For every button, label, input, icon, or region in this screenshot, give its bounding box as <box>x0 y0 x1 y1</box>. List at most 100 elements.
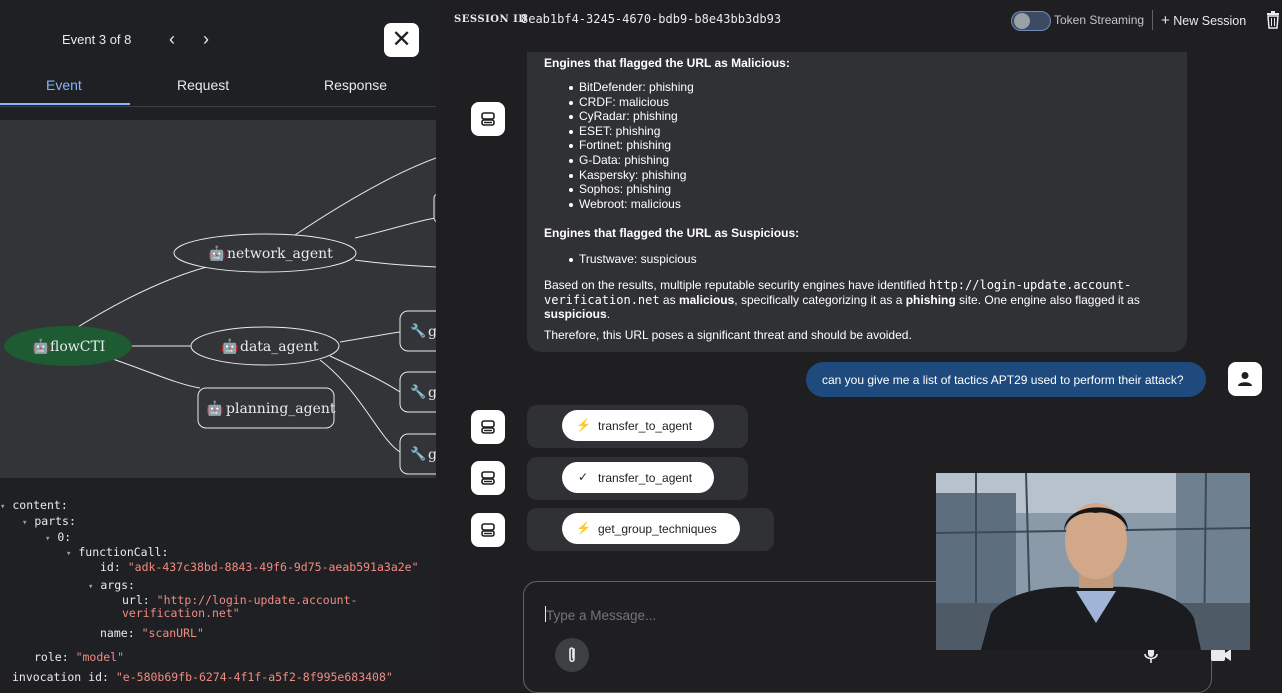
event-navigation: Event 3 of 8 ‹ › ✕ <box>0 0 436 64</box>
wrench-icon: 🔧 <box>410 445 426 462</box>
function-call-row: ⚡ transfer_to_agent <box>527 405 748 448</box>
malicious-heading: Engines that flagged the URL as Maliciou… <box>544 56 790 70</box>
suspicious-heading: Engines that flagged the URL as Suspicio… <box>544 226 800 240</box>
malicious-engine-item: Sophos: phishing <box>579 182 672 197</box>
json-string: "scanURL" <box>141 626 204 640</box>
bullet <box>569 100 573 105</box>
function-response-chip[interactable]: ✓ transfer_to_agent <box>562 462 714 493</box>
wrench-icon: 🔧 <box>410 383 426 400</box>
bolt-icon: ⚡ <box>576 521 591 535</box>
json-key: 0: <box>57 530 72 544</box>
bullet <box>569 202 573 207</box>
summary-emphasis: suspicious <box>544 307 607 321</box>
json-key: id: <box>100 560 121 574</box>
function-call-chip[interactable]: ⚡ get_group_techniques <box>562 513 740 544</box>
node-network-agent: 🤖 network_agent <box>173 233 357 273</box>
json-string: verification.net" <box>122 606 240 620</box>
attach-button[interactable] <box>555 638 589 672</box>
bullet <box>569 159 573 163</box>
summary-paragraph: Based on the results, multiple reputable… <box>544 278 1140 322</box>
bullet <box>569 258 573 262</box>
session-bar: SESSION ID 8eab1bf4-3245-4670-bdb9-b8e43… <box>437 0 1282 40</box>
wrench-icon: 🔧 <box>410 322 426 339</box>
collapse-toggle-icon[interactable]: ▾ <box>0 502 5 512</box>
node-label: flowCTI <box>50 339 105 355</box>
token-streaming-toggle[interactable] <box>1011 11 1051 31</box>
tab-request[interactable]: Request <box>177 77 229 93</box>
check-icon: ✓ <box>577 470 589 484</box>
edge-network-out3 <box>354 259 436 268</box>
node-tool-2: 🔧 g <box>399 371 436 413</box>
tab-event[interactable]: Event <box>46 77 82 93</box>
chevron-left-icon[interactable]: ‹ <box>162 28 182 50</box>
bot-message: Engines that flagged the URL as Maliciou… <box>527 52 1187 352</box>
edge-data-tool2 <box>329 355 401 393</box>
json-key: functionCall: <box>78 545 169 559</box>
json-key: args: <box>100 578 135 592</box>
user-message: can you give me a list of tactics APT29 … <box>806 362 1206 397</box>
collapse-toggle-icon[interactable]: ▾ <box>45 534 50 544</box>
bullet <box>569 144 573 149</box>
paperclip-icon <box>569 647 575 663</box>
close-icon[interactable]: ✕ <box>384 23 419 57</box>
node-flowcti: 🤖 flowCTI <box>4 326 132 366</box>
summary-text: site. One engine also flagged it as <box>955 292 1140 307</box>
function-call-label: get_group_techniques <box>598 522 717 536</box>
node-label: g <box>428 447 436 463</box>
tab-response[interactable]: Response <box>324 77 387 93</box>
toggle-knob <box>1014 13 1030 29</box>
bullet <box>569 86 573 90</box>
json-key: invocation_id: <box>12 670 109 681</box>
json-string: "e-580b69fb-6274-4f1f-a5f2-8f995e683408" <box>115 670 393 681</box>
malicious-engine-item: Kaspersky: phishing <box>579 167 687 182</box>
node-label: network_agent <box>227 246 333 262</box>
webcam-video <box>936 473 1250 650</box>
robot-icon: 🤖 <box>206 400 223 417</box>
function-call-row: ⚡ get_group_techniques <box>527 508 774 551</box>
summary-text: as <box>659 292 679 307</box>
node-data-agent: 🤖 data_agent <box>190 326 340 366</box>
bullet <box>569 115 573 120</box>
trash-icon[interactable] <box>1266 11 1280 29</box>
message-input[interactable] <box>544 604 948 626</box>
event-tabs: Event Request Response <box>0 66 436 107</box>
function-call-label: transfer_to_agent <box>598 419 693 433</box>
robot-icon: 🤖 <box>221 338 238 355</box>
malicious-engine-item: Webroot: malicious <box>579 196 681 211</box>
collapse-toggle-icon[interactable]: ▾ <box>66 549 71 559</box>
summary-text: . <box>606 307 611 321</box>
session-id-label: SESSION ID <box>454 14 528 25</box>
text-cursor <box>545 606 546 622</box>
function-call-label: transfer_to_agent <box>598 471 693 485</box>
chevron-right-icon[interactable]: › <box>196 28 216 50</box>
edge-network-out2 <box>354 217 436 239</box>
new-session-button[interactable]: + New Session <box>1161 12 1246 29</box>
user-message-text: can you give me a list of tactics APT29 … <box>822 373 1184 387</box>
chat-panel: SESSION ID 8eab1bf4-3245-4670-bdb9-b8e43… <box>437 0 1282 693</box>
bot-avatar <box>471 461 505 495</box>
summary-url: verification.net <box>544 292 660 307</box>
malicious-engine-item: BitDefender: phishing <box>579 80 694 94</box>
conclusion-text: Therefore, this URL poses a significant … <box>544 328 912 342</box>
summary-text: , specifically categorizing it as a <box>734 292 906 307</box>
summary-emphasis: malicious <box>678 292 735 307</box>
malicious-engine-item: CRDF: malicious <box>579 94 670 109</box>
new-session-label: New Session <box>1173 14 1247 28</box>
json-string: "model" <box>75 650 125 664</box>
collapse-toggle-icon[interactable]: ▾ <box>22 518 27 528</box>
node-tool-3: 🔧 g <box>399 433 436 475</box>
agent-graph: 🤖 flowCTI 🤖 network_agent 🤖 data_agent 🤖… <box>0 120 436 478</box>
function-call-chip[interactable]: ⚡ transfer_to_agent <box>562 410 714 441</box>
robot-icon <box>481 112 495 126</box>
person-icon <box>1238 372 1252 386</box>
malicious-engine-item: ESET: phishing <box>579 123 661 138</box>
collapse-toggle-icon[interactable]: ▾ <box>88 582 93 592</box>
node-label: planning_agent <box>226 401 336 417</box>
json-string: "http://login-update.account- <box>156 593 358 607</box>
summary-url: http://login-update.account- <box>928 278 1132 292</box>
bullet <box>569 129 573 134</box>
bot-avatar <box>471 102 505 136</box>
event-json-viewer: ▾ content: ▾ parts: ▾ 0: ▾ functionCall:… <box>0 492 436 681</box>
suspicious-engine-item: Trustwave: suspicious <box>579 252 697 266</box>
robot-icon <box>481 420 495 434</box>
